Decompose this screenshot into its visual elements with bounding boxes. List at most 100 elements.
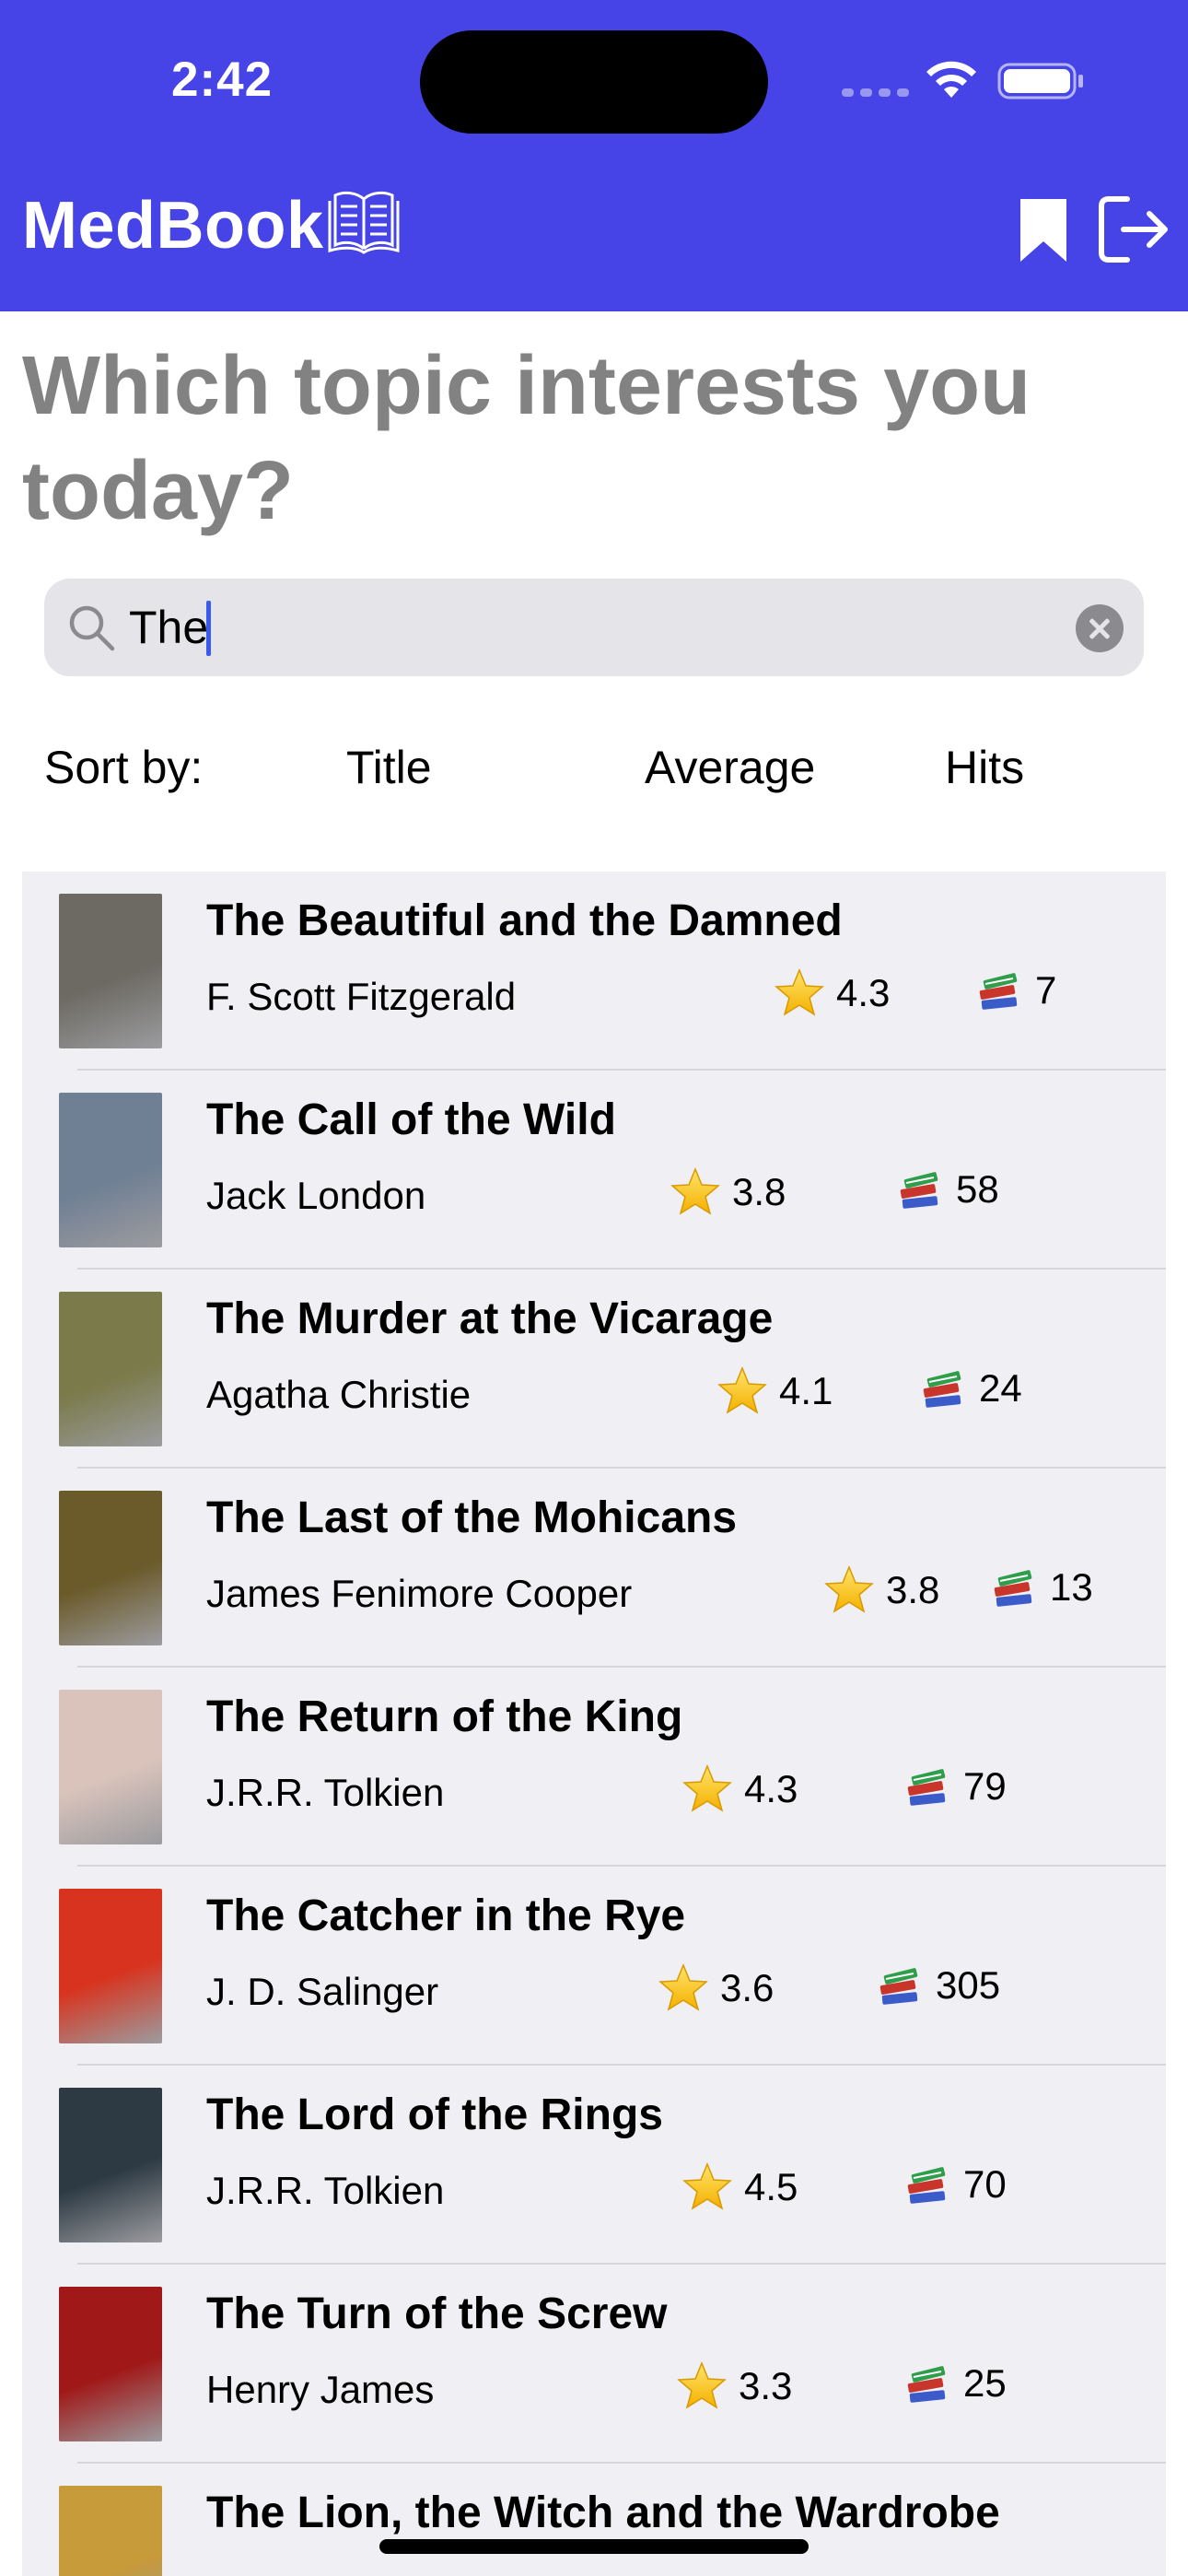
book-cover-image (59, 1690, 162, 1844)
sort-title-button[interactable]: Title (346, 741, 432, 794)
book-title: The Call of the Wild (206, 1095, 616, 1144)
book-hits: 58 (897, 1166, 999, 1212)
book-rating: 3.3 (676, 2360, 792, 2412)
logout-button[interactable] (1096, 193, 1170, 265)
book-cover-image (59, 894, 162, 1048)
book-cover-image (59, 1292, 162, 1446)
book-author: Agatha Christie (206, 1373, 472, 1416)
book-author: J.R.R. Tolkien (206, 2169, 445, 2212)
hits-value: 24 (979, 1366, 1022, 1410)
book-author: Jack London (206, 1174, 426, 1217)
app-title: MedBook (22, 189, 324, 263)
book-row[interactable]: The Call of the Wild Jack London 3.8 58 (22, 1071, 1166, 1270)
star-icon (824, 1565, 874, 1613)
book-author: J. D. Salinger (206, 1970, 439, 2013)
star-icon (682, 1764, 732, 1812)
books-icon (907, 1769, 946, 1806)
book-cover-image (59, 2486, 162, 2576)
book-rating: 3.8 (823, 1564, 939, 1616)
book-title: The Murder at the Vicarage (206, 1294, 774, 1343)
book-row[interactable]: The Beautiful and the Damned F. Scott Fit… (22, 872, 1166, 1071)
signal-icon (842, 88, 909, 97)
home-indicator[interactable] (379, 2539, 809, 2554)
book-author: Henry James (206, 2368, 435, 2411)
hits-value: 70 (963, 2162, 1007, 2206)
book-row[interactable]: The Lion, the Witch and the Wardrobe (22, 2464, 1166, 2576)
book-rating: 4.3 (681, 1763, 798, 1815)
book-list[interactable]: The Beautiful and the Damned F. Scott Fit… (22, 872, 1166, 2576)
rating-value: 3.8 (886, 1568, 940, 1611)
book-row[interactable]: The Last of the Mohicans James Fenimore C… (22, 1469, 1166, 1668)
books-icon (979, 973, 1018, 1010)
app-header: 2:42 MedBook (0, 0, 1188, 311)
book-cover-image (59, 2287, 162, 2441)
sort-label: Sort by: (44, 742, 204, 793)
page-heading: Which topic interests you today? (22, 340, 1031, 537)
book-author: F. Scott Fitzgerald (206, 975, 517, 1018)
book-cover-image (59, 1491, 162, 1645)
book-rating: 3.8 (670, 1166, 786, 1218)
book-title: The Beautiful and the Damned (206, 896, 843, 945)
book-row[interactable]: The Lord of the Rings J.R.R. Tolkien 4.5 70 (22, 2066, 1166, 2265)
book-title: The Turn of the Screw (206, 2289, 668, 2338)
status-time: 2:42 (171, 53, 274, 107)
book-hits: 305 (877, 1962, 1000, 2008)
search-input[interactable] (129, 595, 1050, 660)
open-book-icon (328, 191, 400, 254)
book-hits: 70 (904, 2161, 1007, 2207)
star-icon (670, 1167, 720, 1215)
star-icon (717, 1366, 767, 1414)
books-icon (923, 1371, 961, 1408)
star-icon (677, 2361, 727, 2409)
hits-value: 13 (1050, 1565, 1093, 1609)
book-row[interactable]: The Murder at the Vicarage Agatha Christi… (22, 1270, 1166, 1469)
hits-value: 7 (1035, 968, 1057, 1012)
rating-value: 3.6 (720, 1966, 775, 2009)
book-rating: 3.6 (658, 1962, 774, 2014)
book-rating: 4.1 (716, 1365, 833, 1417)
book-title: The Last of the Mohicans (206, 1493, 738, 1542)
books-icon (879, 1968, 918, 2005)
book-author: James Fenimore Cooper (206, 1572, 633, 1615)
sort-average-button[interactable]: Average (645, 741, 815, 794)
book-title: The Catcher in the Rye (206, 1891, 686, 1940)
book-title: The Lion, the Witch and the Wardrobe (206, 2488, 1000, 2537)
book-cover-image (59, 2088, 162, 2242)
rating-value: 4.3 (836, 971, 891, 1014)
dynamic-island (420, 30, 768, 134)
rating-value: 3.3 (739, 2364, 793, 2407)
book-rating: 4.3 (774, 967, 890, 1019)
book-rating: 4.5 (681, 2161, 798, 2213)
book-title: The Lord of the Rings (206, 2090, 663, 2139)
hits-value: 305 (936, 1963, 1001, 2007)
book-title: The Return of the King (206, 1692, 683, 1741)
rating-value: 4.3 (744, 1767, 798, 1810)
hits-value: 25 (963, 2361, 1007, 2405)
book-row[interactable]: The Return of the King J.R.R. Tolkien 4.3 7… (22, 1668, 1166, 1867)
rating-value: 4.5 (744, 2165, 798, 2208)
bookmark-button[interactable] (1017, 195, 1070, 265)
search-bar[interactable] (44, 579, 1144, 676)
book-hits: 24 (920, 1365, 1022, 1411)
book-row[interactable]: The Catcher in the Rye J. D. Salinger 3.6 3… (22, 1867, 1166, 2066)
book-hits: 7 (976, 967, 1056, 1013)
books-icon (994, 1570, 1032, 1607)
star-icon (658, 1963, 708, 2011)
book-hits: 25 (904, 2360, 1007, 2406)
rating-value: 4.1 (779, 1369, 833, 1412)
battery-icon (997, 63, 1083, 100)
hits-value: 79 (963, 1764, 1007, 1808)
clear-search-button[interactable] (1076, 604, 1124, 652)
book-cover-image (59, 1093, 162, 1247)
sort-hits-button[interactable]: Hits (945, 741, 1024, 794)
books-icon (907, 2366, 946, 2403)
book-hits: 13 (991, 1564, 1093, 1610)
rating-value: 3.8 (732, 1170, 786, 1213)
book-author: J.R.R. Tolkien (206, 1771, 445, 1814)
book-cover-image (59, 1889, 162, 2043)
book-row[interactable]: The Turn of the Screw Henry James 3.3 25 (22, 2265, 1166, 2464)
star-icon (775, 968, 824, 1016)
books-icon (900, 1172, 938, 1209)
star-icon (682, 2162, 732, 2210)
book-hits: 79 (904, 1763, 1007, 1809)
